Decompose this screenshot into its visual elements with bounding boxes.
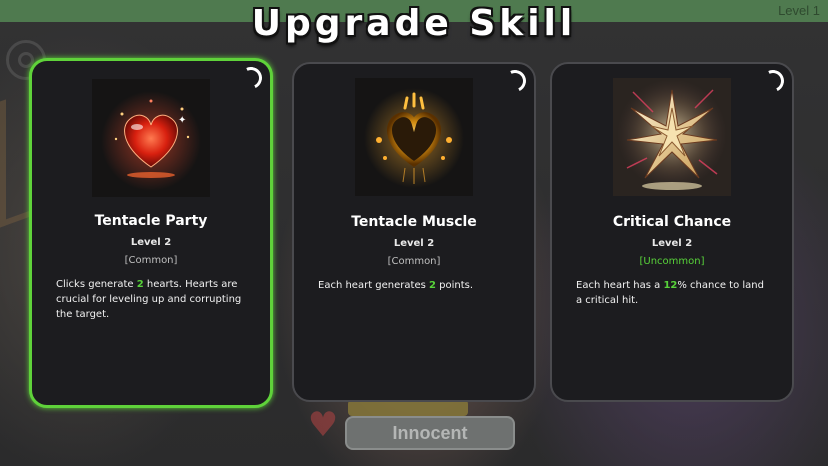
skill-card-tentacle-muscle[interactable]: Tentacle Muscle Level 2 [Common] Each he…: [292, 62, 536, 402]
skill-rarity: [Uncommon]: [639, 256, 705, 267]
skill-cards: ✦ Tentacle Party Level 2 [Common] Clicks…: [0, 0, 828, 466]
skill-level: Level 2: [651, 238, 693, 249]
svg-text:✦: ✦: [178, 115, 186, 126]
skill-rarity: [Common]: [387, 256, 441, 267]
skill-description: Each heart has a 12% chance to land a cr…: [576, 278, 772, 308]
skill-description: Clicks generate 2 hearts. Hearts are cru…: [56, 277, 250, 322]
desc-text: Each heart generates: [318, 280, 429, 291]
skill-name: Critical Chance: [612, 214, 732, 230]
desc-text: Each heart has a: [576, 280, 664, 291]
red-heart-icon: ✦: [101, 91, 201, 191]
star-burst-icon: [613, 78, 731, 196]
skill-name: Tentacle Party: [94, 213, 208, 229]
desc-value: 12: [663, 280, 678, 291]
golden-heart-icon: [364, 88, 464, 188]
skill-level: Level 2: [130, 237, 172, 248]
desc-value: 2: [136, 279, 144, 290]
loading-spinner-icon: [236, 63, 266, 93]
desc-text: points.: [435, 280, 474, 291]
skill-rarity: [Common]: [124, 255, 178, 266]
skill-art-tentacle-muscle: [355, 78, 473, 196]
skill-description: Each heart generates 2 points.: [318, 278, 514, 293]
skill-card-tentacle-party[interactable]: ✦ Tentacle Party Level 2 [Common] Clicks…: [29, 58, 273, 408]
skill-name: Tentacle Muscle: [351, 214, 477, 230]
skill-level: Level 2: [393, 238, 435, 249]
skill-art-critical-chance: [613, 78, 731, 196]
desc-value: 2: [428, 280, 436, 291]
loading-spinner-icon: [500, 66, 530, 96]
skill-card-critical-chance[interactable]: Critical Chance Level 2 [Uncommon] Each …: [550, 62, 794, 402]
desc-text: Clicks generate: [56, 279, 137, 290]
skill-art-tentacle-party: ✦: [92, 79, 210, 197]
loading-spinner-icon: [758, 66, 788, 96]
